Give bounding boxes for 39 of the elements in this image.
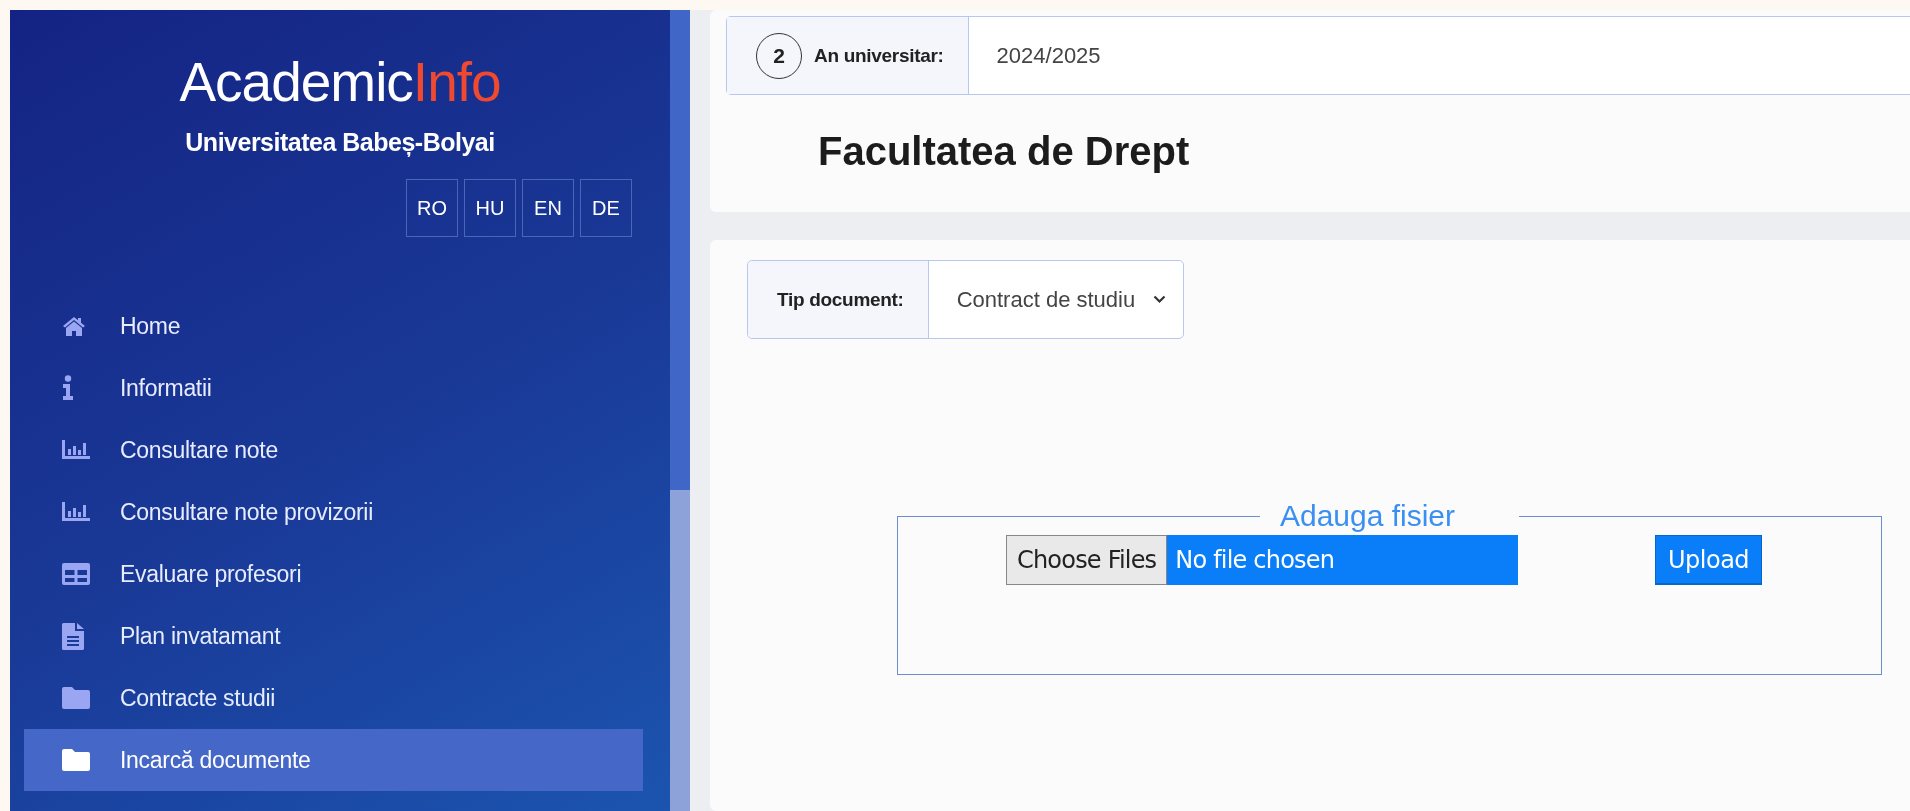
language-button[interactable]: DE <box>580 179 632 237</box>
file-status: No file chosen <box>1167 535 1518 585</box>
university-name: Universitatea Babeș-Bolyai <box>184 128 496 157</box>
faculty-heading: Facultatea de Drept <box>818 129 1191 174</box>
choose-files-button[interactable]: Choose Files <box>1006 535 1168 585</box>
menu-label: Incarcă documente <box>120 746 311 774</box>
document-icon <box>62 622 84 650</box>
sidebar-item[interactable]: Contracte studii <box>24 667 643 729</box>
upload-legend: Adauga fisier <box>1237 499 1498 533</box>
menu-label: Consultare note provizorii <box>120 498 373 526</box>
sidebar-item[interactable]: Evaluare profesori <box>24 543 643 605</box>
field-label: An universitar: <box>814 44 944 67</box>
menu-label: Evaluare profesori <box>120 560 302 588</box>
sidebar-item[interactable]: Consultare note <box>24 419 643 481</box>
table-icon <box>62 563 90 585</box>
folder-icon <box>62 687 90 709</box>
home-icon <box>62 316 86 336</box>
bar-chart-icon <box>62 440 90 460</box>
sidebar-item[interactable]: Incarcă documente <box>24 729 643 791</box>
year-value: 2024/2025 <box>995 41 1102 70</box>
app-logo: AcademicInfo <box>178 50 502 114</box>
upload-button[interactable]: Upload <box>1655 535 1763 585</box>
folder-icon <box>62 749 90 771</box>
menu-label: Home <box>120 312 181 340</box>
sidebar-item[interactable]: Home <box>24 295 643 357</box>
language-button[interactable]: HU <box>464 179 516 237</box>
menu-label: Consultare note <box>120 436 278 464</box>
sidebar-item[interactable]: Informatii <box>24 357 643 419</box>
menu-label: Contracte studii <box>120 684 275 712</box>
info-icon <box>62 375 74 401</box>
scrollbar[interactable] <box>670 10 690 811</box>
menu-label: Informatii <box>120 374 212 402</box>
language-button[interactable]: EN <box>522 179 574 237</box>
year-selector[interactable]: 2 An universitar: 2024/2025 <box>726 16 1910 95</box>
menu-label: Plan invatamant <box>120 622 281 650</box>
sidebar-item[interactable]: Consultare note provizorii <box>24 481 643 543</box>
sidebar-item[interactable]: Plan invatamant <box>24 605 643 667</box>
bar-chart-icon <box>62 502 90 522</box>
language-button[interactable]: RO <box>406 179 458 237</box>
